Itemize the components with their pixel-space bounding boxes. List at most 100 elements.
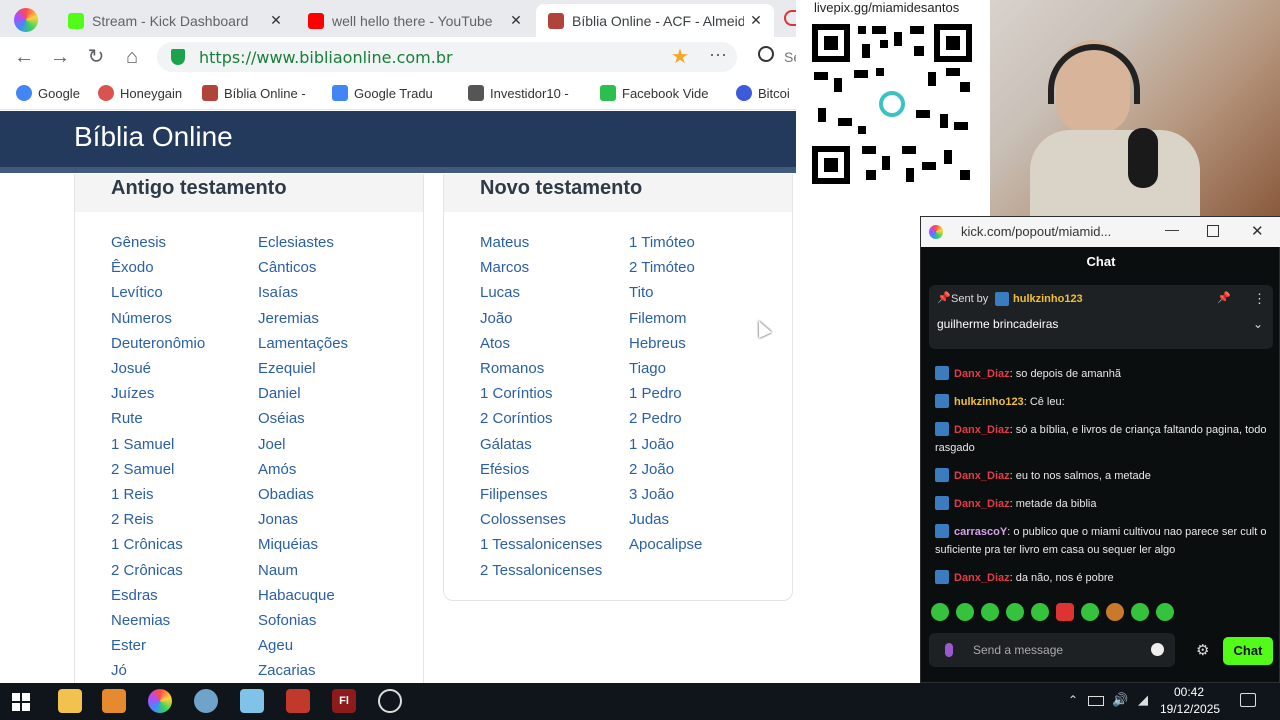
book-link[interactable]: Jó <box>111 662 127 679</box>
book-link[interactable]: Hebreus <box>629 335 686 352</box>
fl-studio-icon[interactable]: Fl <box>332 689 356 713</box>
tray-up-arrow-icon[interactable]: ⌃ <box>1068 693 1078 707</box>
tab-kick-dashboard[interactable]: Stream - Kick Dashboard ✕ <box>56 4 294 37</box>
emoji-icon[interactable] <box>1151 643 1164 656</box>
book-link[interactable]: Deuteronômio <box>111 335 205 352</box>
book-link[interactable]: 1 Samuel <box>111 436 174 453</box>
book-link[interactable]: 1 João <box>629 436 674 453</box>
book-link[interactable]: 2 Crônicas <box>111 562 183 579</box>
book-link[interactable]: Daniel <box>258 385 301 402</box>
book-link[interactable]: Cânticos <box>258 259 316 276</box>
home-icon[interactable]: ⌂ <box>120 45 144 69</box>
close-tab-icon[interactable]: ✕ <box>268 12 284 29</box>
media-player-icon[interactable] <box>102 689 126 713</box>
book-link[interactable]: Ageu <box>258 637 293 654</box>
bookmark-bitcoin[interactable]: Bitcoi <box>736 83 790 103</box>
notification-center-icon[interactable] <box>1240 693 1256 707</box>
partial-tab-icon[interactable] <box>784 10 796 26</box>
emote-icon[interactable] <box>981 603 999 621</box>
emote-icon[interactable] <box>1006 603 1024 621</box>
emote-icon[interactable] <box>1131 603 1149 621</box>
more-options-icon[interactable]: ⋯ <box>709 45 727 66</box>
chat-username[interactable]: hulkzinho123 <box>954 396 1024 408</box>
book-link[interactable]: Habacuque <box>258 587 335 604</box>
bookmark-star-icon[interactable]: ★ <box>671 44 689 69</box>
chevron-down-icon[interactable]: ⌄ <box>1253 317 1263 331</box>
pinned-message[interactable]: 📌 Sent by hulkzinho123 📌 ⋮ guilherme bri… <box>929 285 1273 349</box>
chat-username[interactable]: Danx_Diaz <box>954 424 1010 436</box>
book-link[interactable]: Naum <box>258 562 298 579</box>
book-link[interactable]: Levítico <box>111 284 163 301</box>
book-link[interactable]: Ester <box>111 637 146 654</box>
book-link[interactable]: Números <box>111 310 172 327</box>
book-link[interactable]: Joel <box>258 436 286 453</box>
url-text[interactable]: https://www.bibliaonline.com.br <box>199 48 453 67</box>
browser-taskbar-icon[interactable] <box>148 689 172 713</box>
book-link[interactable]: Êxodo <box>111 259 154 276</box>
book-link[interactable]: Apocalipse <box>629 536 702 553</box>
book-link[interactable]: Marcos <box>480 259 529 276</box>
bookmark-facebook-video[interactable]: Facebook Vide <box>600 83 709 103</box>
reload-icon[interactable]: ↻ <box>84 45 108 69</box>
book-link[interactable]: Eclesiastes <box>258 234 334 251</box>
book-link[interactable]: Rute <box>111 410 143 427</box>
bookmark-investidor10[interactable]: Investidor10 - <box>468 83 569 103</box>
close-window-icon[interactable]: ✕ <box>1251 222 1264 240</box>
microphone-icon[interactable] <box>945 643 953 657</box>
chat-username[interactable]: Danx_Diaz <box>954 572 1010 584</box>
send-chat-button[interactable]: Chat <box>1223 637 1273 665</box>
book-link[interactable]: 2 João <box>629 461 674 478</box>
book-link[interactable]: 2 Samuel <box>111 461 174 478</box>
emote-icon[interactable] <box>1106 603 1124 621</box>
pinned-user[interactable]: hulkzinho123 <box>1013 293 1083 305</box>
book-link[interactable]: Judas <box>629 511 669 528</box>
back-icon[interactable]: ← <box>12 45 36 69</box>
book-link[interactable]: 2 Tessalonicenses <box>480 562 602 579</box>
emote-icon[interactable] <box>1056 603 1074 621</box>
emote-icon[interactable] <box>931 603 949 621</box>
book-link[interactable]: 2 Timóteo <box>629 259 695 276</box>
windows-start-icon[interactable] <box>12 693 30 711</box>
book-link[interactable]: Obadias <box>258 486 314 503</box>
book-link[interactable]: Juízes <box>111 385 154 402</box>
book-link[interactable]: 1 Reis <box>111 486 154 503</box>
chat-username[interactable]: carrascoY <box>954 526 1007 538</box>
chat-input-placeholder[interactable]: Send a message <box>973 643 1063 657</box>
chat-username[interactable]: Danx_Diaz <box>954 368 1010 380</box>
book-link[interactable]: Lamentações <box>258 335 348 352</box>
bookmark-google-tradutor[interactable]: Google Tradu <box>332 83 433 103</box>
obs-icon[interactable] <box>378 689 402 713</box>
chat-input[interactable]: Send a message <box>929 633 1175 667</box>
book-link[interactable]: Tito <box>629 284 653 301</box>
close-tab-icon[interactable]: ✕ <box>508 12 524 29</box>
book-link[interactable]: Miquéias <box>258 536 318 553</box>
book-link[interactable]: Oséias <box>258 410 305 427</box>
tab-youtube[interactable]: well hello there - YouTube ✕ <box>296 4 534 37</box>
settings-gear-icon[interactable]: ⚙ <box>1196 641 1209 659</box>
calculator-icon[interactable] <box>286 689 310 713</box>
book-link[interactable]: 2 Coríntios <box>480 410 553 427</box>
book-link[interactable]: Gênesis <box>111 234 166 251</box>
network-icon[interactable]: ◢ <box>1138 692 1148 708</box>
address-bar[interactable]: https://www.bibliaonline.com.br ★ ⋯ <box>157 42 737 72</box>
book-link[interactable]: 2 Reis <box>111 511 154 528</box>
tab-biblia-online[interactable]: Bíblia Online - ACF - Almeida ✕ <box>536 4 774 37</box>
volume-icon[interactable]: 🔊 <box>1112 692 1128 708</box>
chat-username[interactable]: Danx_Diaz <box>954 470 1010 482</box>
emote-icon[interactable] <box>1081 603 1099 621</box>
book-link[interactable]: 1 Timóteo <box>629 234 695 251</box>
book-link[interactable]: Filemom <box>629 310 687 327</box>
book-link[interactable]: Jonas <box>258 511 298 528</box>
bookmark-google[interactable]: Google <box>16 83 80 103</box>
book-link[interactable]: Josué <box>111 360 151 377</box>
book-link[interactable]: 1 Coríntios <box>480 385 553 402</box>
book-link[interactable]: Esdras <box>111 587 158 604</box>
maximize-icon[interactable] <box>1207 225 1219 237</box>
book-link[interactable]: Gálatas <box>480 436 532 453</box>
book-link[interactable]: Zacarias <box>258 662 316 679</box>
chat-username[interactable]: Danx_Diaz <box>954 498 1010 510</box>
battery-icon[interactable] <box>1088 696 1104 706</box>
book-link[interactable]: Mateus <box>480 234 529 251</box>
book-link[interactable]: Efésios <box>480 461 529 478</box>
search-icon[interactable] <box>758 46 774 62</box>
